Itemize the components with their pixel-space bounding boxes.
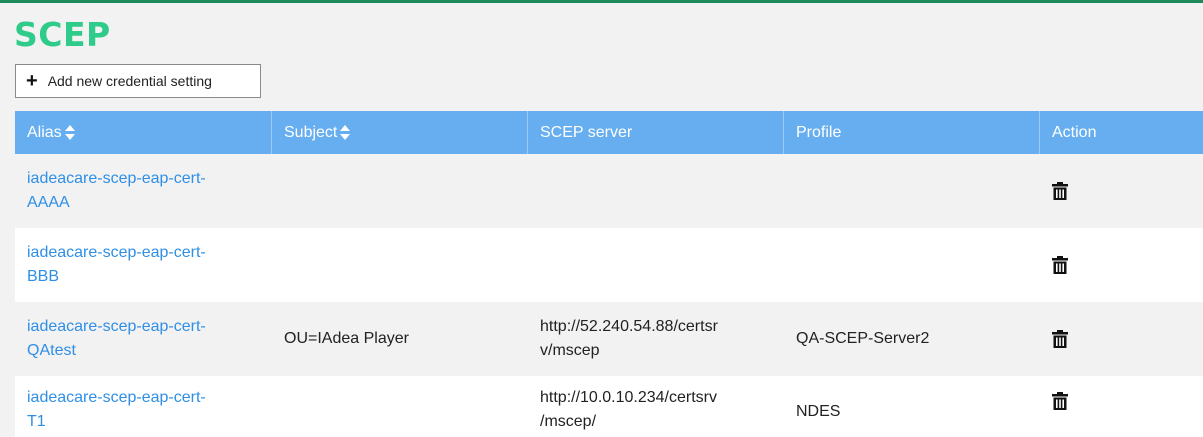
- scep-server-cell: http://10.0.10.234/certsrv/mscep/: [540, 389, 717, 430]
- action-cell: [1040, 228, 1203, 302]
- table-row: iadeacare-scep-eap-cert- BBB: [15, 228, 1203, 302]
- alias-cell: iadeacare-scep-eap-cert- QAtest: [15, 302, 272, 376]
- subject-cell: [272, 154, 528, 228]
- scep-server-cell: [528, 154, 784, 228]
- subject-cell: [272, 376, 528, 437]
- alias-link[interactable]: iadeacare-scep-eap-cert- BBB: [27, 241, 206, 289]
- subject-cell: [272, 228, 528, 302]
- profile-cell: NDES: [796, 403, 841, 420]
- alias-cell: iadeacare-scep-eap-cert- AAAA: [15, 154, 272, 228]
- column-header-scep-server-label: SCEP server: [540, 123, 633, 141]
- trash-icon[interactable]: [1052, 392, 1068, 410]
- plus-icon: +: [26, 70, 38, 92]
- alias-link[interactable]: iadeacare-scep-eap-cert- QAtest: [27, 315, 206, 363]
- column-header-action-label: Action: [1052, 123, 1097, 141]
- profile-cell: [784, 154, 1040, 228]
- table-row: iadeacare-scep-eap-cert- T1 http://10.0.1…: [15, 376, 1203, 437]
- sort-icon[interactable]: [64, 124, 75, 141]
- alias-cell: iadeacare-scep-eap-cert- BBB: [15, 228, 272, 302]
- action-cell: [1040, 302, 1203, 376]
- column-header-scep-server: SCEP server: [528, 111, 784, 154]
- alias-link[interactable]: iadeacare-scep-eap-cert- AAAA: [27, 167, 206, 215]
- trash-icon[interactable]: [1052, 330, 1068, 348]
- table-header: Alias Subject SCEP server Profile Action: [15, 111, 1203, 154]
- column-header-profile: Profile: [784, 111, 1040, 154]
- page-title: SCEP: [14, 15, 111, 54]
- scep-server-cell: http://52.240.54.88/certsr v/mscep: [540, 318, 718, 359]
- column-header-alias-label: Alias: [27, 123, 62, 141]
- sort-icon[interactable]: [340, 124, 351, 141]
- action-cell: [1040, 154, 1203, 228]
- alias-link[interactable]: iadeacare-scep-eap-cert- T1: [27, 386, 206, 434]
- profile-cell: QA-SCEP-Server2: [796, 330, 930, 347]
- column-header-subject-label: Subject: [284, 123, 338, 141]
- action-cell: [1040, 376, 1203, 437]
- add-credential-button[interactable]: + Add new credential setting: [15, 64, 261, 98]
- credential-table: Alias Subject SCEP server Profile Action…: [15, 111, 1203, 437]
- alias-cell: iadeacare-scep-eap-cert- T1: [15, 376, 272, 437]
- table-row: iadeacare-scep-eap-cert- QAtest OU=IAdea …: [15, 302, 1203, 376]
- column-header-action: Action: [1040, 111, 1203, 154]
- add-credential-label: Add new credential setting: [47, 73, 212, 89]
- profile-cell: [784, 228, 1040, 302]
- trash-icon[interactable]: [1052, 182, 1068, 200]
- column-header-alias[interactable]: Alias: [15, 111, 272, 154]
- subject-cell: OU=IAdea Player: [284, 330, 409, 347]
- column-header-profile-label: Profile: [796, 123, 842, 141]
- scep-server-cell: [528, 228, 784, 302]
- column-header-subject[interactable]: Subject: [272, 111, 528, 154]
- table-row: iadeacare-scep-eap-cert- AAAA: [15, 154, 1203, 228]
- top-accent-line: [0, 0, 1203, 3]
- trash-icon[interactable]: [1052, 256, 1068, 274]
